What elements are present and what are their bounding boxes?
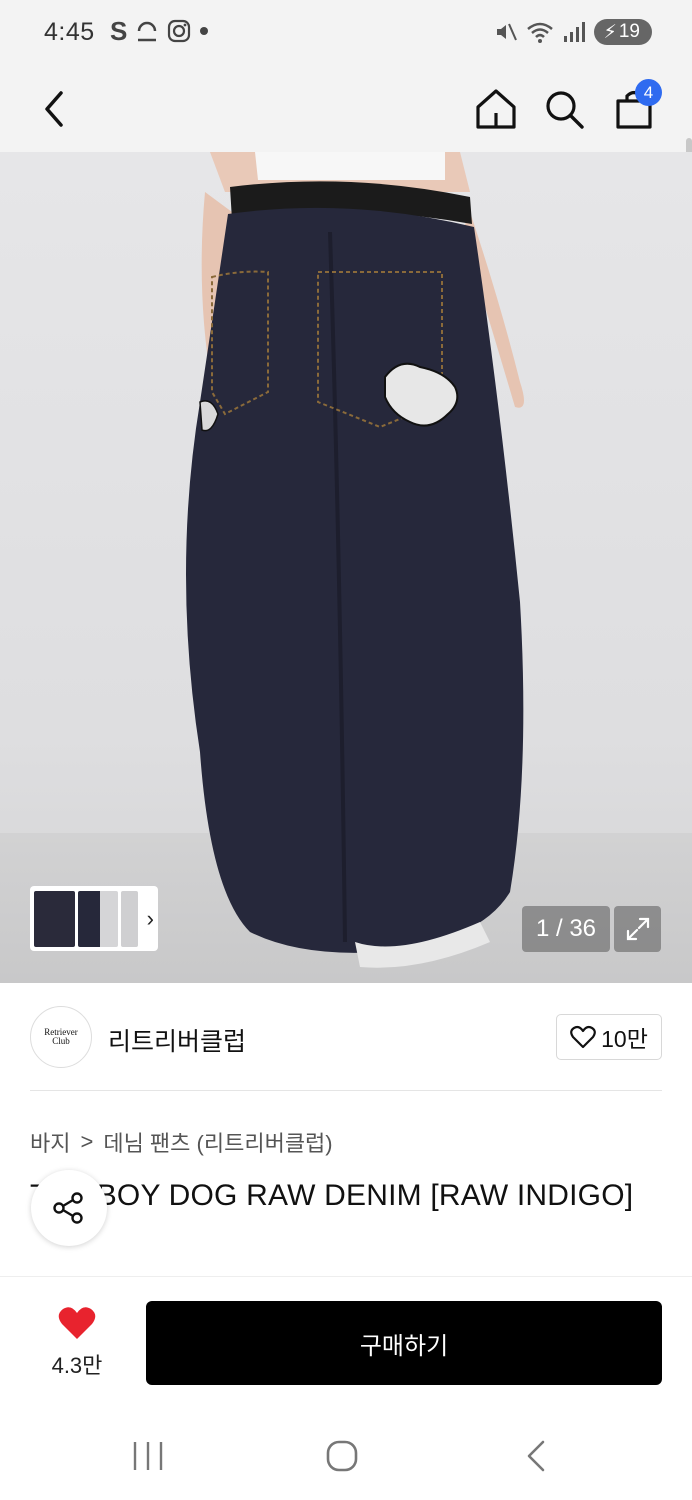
- brand-row: Retriever Club 리트리버클럽 10만: [30, 1004, 662, 1070]
- cart-button[interactable]: 4: [604, 79, 664, 139]
- breadcrumb: 바지 > 데님 팬츠 (리트리버클럽): [30, 1126, 333, 1158]
- notification-icons: S: [110, 16, 209, 46]
- buy-button[interactable]: 구매하기: [146, 1301, 662, 1385]
- home-nav-button[interactable]: [312, 1434, 372, 1478]
- top-nav: 4: [0, 66, 692, 196]
- recent-apps-icon: [133, 1442, 163, 1470]
- status-bar: 4:45 S ⚡ 19: [0, 0, 692, 66]
- back-button[interactable]: [24, 79, 84, 139]
- chevron-right-icon: ›: [146, 905, 154, 931]
- battery-level: 19: [618, 21, 640, 42]
- breadcrumb-category[interactable]: 바지: [30, 1126, 70, 1158]
- thumbnail-2[interactable]: [77, 890, 119, 947]
- samsung-s-icon: S: [110, 16, 128, 46]
- wishlist-count: 4.3만: [51, 1353, 103, 1378]
- breadcrumb-separator: >: [80, 1129, 94, 1154]
- brand-like-count: 10만: [601, 1026, 648, 1052]
- search-icon: [546, 91, 584, 129]
- mute-icon: [496, 23, 517, 41]
- charging-icon: ⚡: [603, 21, 617, 43]
- assistant-icon: [138, 21, 157, 42]
- heart-outline-icon: [570, 1025, 596, 1049]
- brand-name[interactable]: 리트리버클럽: [108, 1022, 246, 1058]
- wifi-icon: [526, 22, 553, 43]
- brand-logo[interactable]: Retriever Club: [30, 1006, 92, 1068]
- expand-icon: [626, 917, 649, 941]
- product-image[interactable]: › 1 / 36: [0, 152, 692, 983]
- system-nav-bar: [0, 1410, 692, 1500]
- dot-icon: [200, 27, 209, 35]
- thumbnail-1[interactable]: [34, 890, 75, 947]
- image-counter: 1 / 36: [522, 906, 610, 952]
- jeans-photo: [186, 152, 524, 968]
- home-nav-icon: [326, 1440, 358, 1472]
- wishlist-button[interactable]: 4.3만: [42, 1305, 112, 1380]
- search-button[interactable]: [534, 79, 594, 139]
- share-button[interactable]: [31, 1170, 107, 1246]
- signal-icon: [563, 22, 585, 42]
- brand-like-button[interactable]: 10만: [556, 1014, 662, 1060]
- back-arrow-icon: [45, 91, 63, 127]
- breadcrumb-subcategory[interactable]: 데님 팬츠 (리트리버클럽): [103, 1126, 332, 1158]
- recent-apps-button[interactable]: [118, 1434, 178, 1478]
- cart-count-badge: 4: [635, 79, 662, 106]
- share-icon: [53, 1192, 83, 1224]
- status-time: 4:45: [44, 18, 95, 46]
- home-icon: [476, 89, 516, 129]
- thumbnail-strip[interactable]: ›: [30, 886, 158, 951]
- brand-logo-line2: Club: [52, 1036, 70, 1046]
- system-status-icons: ⚡ 19: [494, 19, 652, 45]
- divider: [30, 1090, 662, 1091]
- battery-indicator: ⚡ 19: [593, 19, 652, 45]
- back-nav-icon: [527, 1440, 545, 1472]
- home-button[interactable]: [466, 79, 526, 139]
- heart-filled-icon: [58, 1307, 96, 1339]
- expand-button[interactable]: [614, 906, 661, 952]
- thumbnail-3[interactable]: [121, 890, 138, 947]
- instagram-icon: [168, 19, 191, 43]
- product-title: TOMBOY DOG RAW DENIM [RAW INDIGO]: [30, 1179, 634, 1212]
- purchase-bar: 4.3만 구매하기: [0, 1276, 692, 1410]
- back-nav-button[interactable]: [506, 1434, 566, 1478]
